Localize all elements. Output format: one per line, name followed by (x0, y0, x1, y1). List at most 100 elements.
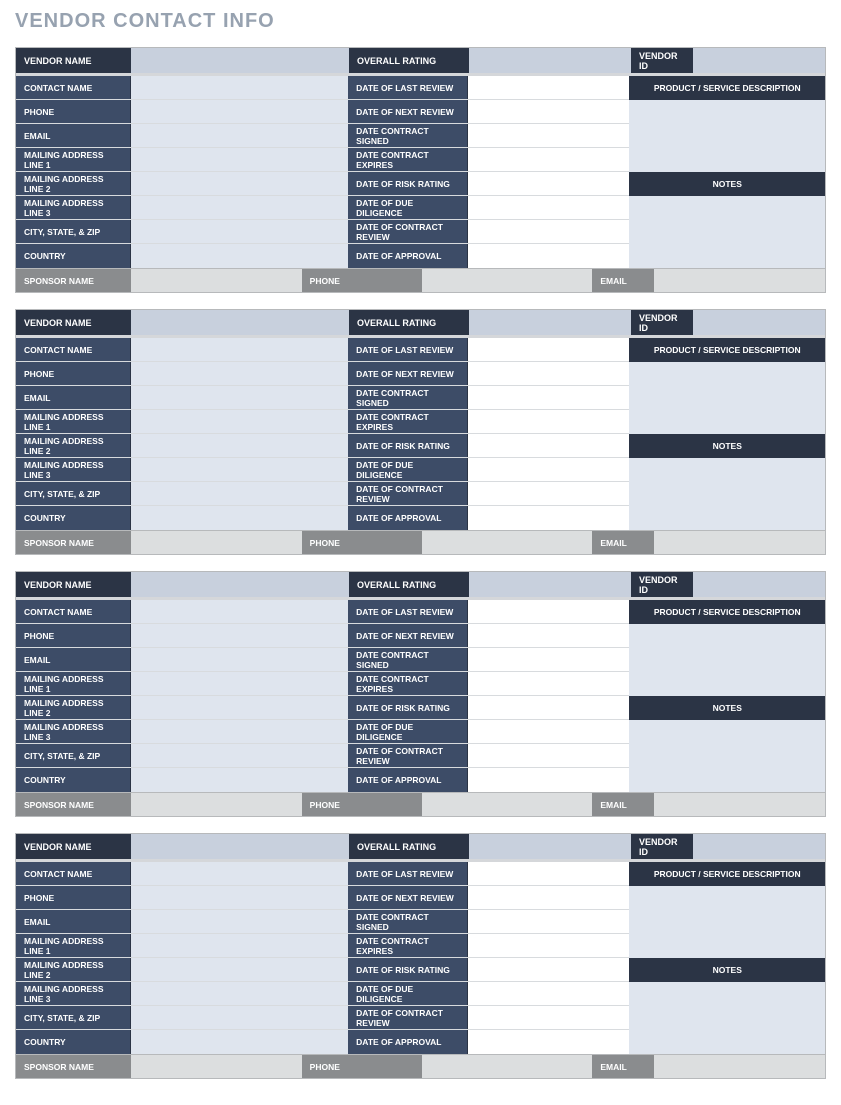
addr3-value[interactable] (131, 720, 348, 743)
addr1-value[interactable] (131, 410, 348, 433)
vendor-name-value[interactable] (131, 310, 349, 335)
sponsor-row: SPONSOR NAME PHONE EMAIL (16, 792, 825, 816)
date-contract-signed-value[interactable] (468, 910, 629, 933)
contact-name-value[interactable] (131, 76, 348, 99)
date-contract-expires-value[interactable] (468, 672, 629, 695)
contact-name-value[interactable] (131, 600, 348, 623)
addr1-value[interactable] (131, 934, 348, 957)
date-contract-review-value[interactable] (468, 1006, 629, 1029)
date-last-review-value[interactable] (468, 338, 629, 361)
addr1-value[interactable] (131, 672, 348, 695)
mid-column: DATE OF LAST REVIEW DATE OF NEXT REVIEW … (348, 600, 629, 792)
date-last-review-value[interactable] (468, 600, 629, 623)
sponsor-email-value[interactable] (654, 269, 825, 292)
sponsor-name-value[interactable] (131, 1055, 302, 1078)
notes-value[interactable] (629, 720, 825, 792)
date-due-diligence-value[interactable] (468, 720, 629, 743)
overall-rating-value[interactable] (469, 572, 631, 597)
vendor-id-label: VENDOR ID (631, 48, 693, 73)
country-value[interactable] (131, 1030, 348, 1054)
notes-value[interactable] (629, 196, 825, 268)
email-value[interactable] (131, 386, 348, 409)
csz-value[interactable] (131, 220, 348, 243)
date-approval-value[interactable] (468, 1030, 629, 1054)
date-approval-value[interactable] (468, 768, 629, 792)
country-value[interactable] (131, 768, 348, 792)
contact-name-value[interactable] (131, 862, 348, 885)
vendor-name-value[interactable] (131, 834, 349, 859)
csz-value[interactable] (131, 1006, 348, 1029)
sponsor-name-value[interactable] (131, 793, 302, 816)
date-next-review-value[interactable] (468, 886, 629, 909)
date-last-review-value[interactable] (468, 862, 629, 885)
addr1-value[interactable] (131, 148, 348, 171)
country-value[interactable] (131, 506, 348, 530)
prod-desc-value[interactable] (629, 624, 825, 696)
sponsor-phone-value[interactable] (422, 269, 593, 292)
addr2-value[interactable] (131, 696, 348, 719)
date-contract-signed-value[interactable] (468, 648, 629, 671)
addr3-value[interactable] (131, 196, 348, 219)
date-next-review-value[interactable] (468, 362, 629, 385)
vendor-name-value[interactable] (131, 572, 349, 597)
date-risk-rating-value[interactable] (468, 696, 629, 719)
addr2-value[interactable] (131, 958, 348, 981)
date-due-diligence-value[interactable] (468, 458, 629, 481)
overall-rating-value[interactable] (469, 834, 631, 859)
phone-value[interactable] (131, 886, 348, 909)
addr3-value[interactable] (131, 982, 348, 1005)
vendor-id-value[interactable] (693, 48, 825, 73)
sponsor-phone-value[interactable] (422, 1055, 593, 1078)
phone-value[interactable] (131, 100, 348, 123)
sponsor-phone-value[interactable] (422, 793, 593, 816)
date-next-review-value[interactable] (468, 100, 629, 123)
addr2-value[interactable] (131, 172, 348, 195)
sponsor-email-value[interactable] (654, 1055, 825, 1078)
date-approval-value[interactable] (468, 506, 629, 530)
date-next-review-value[interactable] (468, 624, 629, 647)
vendor-id-value[interactable] (693, 834, 825, 859)
date-due-diligence-value[interactable] (468, 982, 629, 1005)
country-value[interactable] (131, 244, 348, 268)
date-risk-rating-value[interactable] (468, 958, 629, 981)
date-approval-value[interactable] (468, 244, 629, 268)
overall-rating-value[interactable] (469, 310, 631, 335)
vendor-id-value[interactable] (693, 572, 825, 597)
vendor-id-value[interactable] (693, 310, 825, 335)
notes-value[interactable] (629, 458, 825, 530)
date-contract-review-value[interactable] (468, 482, 629, 505)
prod-desc-value[interactable] (629, 100, 825, 172)
date-contract-review-value[interactable] (468, 220, 629, 243)
sponsor-email-value[interactable] (654, 793, 825, 816)
email-value[interactable] (131, 124, 348, 147)
phone-value[interactable] (131, 362, 348, 385)
sponsor-phone-value[interactable] (422, 531, 593, 554)
email-value[interactable] (131, 910, 348, 933)
sponsor-name-value[interactable] (131, 269, 302, 292)
email-value[interactable] (131, 648, 348, 671)
addr2-value[interactable] (131, 434, 348, 457)
csz-value[interactable] (131, 482, 348, 505)
date-contract-expires-value[interactable] (468, 934, 629, 957)
notes-value[interactable] (629, 982, 825, 1054)
vendor-name-value[interactable] (131, 48, 349, 73)
csz-value[interactable] (131, 744, 348, 767)
date-contract-signed-value[interactable] (468, 124, 629, 147)
date-risk-rating-label: DATE OF RISK RATING (348, 696, 468, 719)
sponsor-email-value[interactable] (654, 531, 825, 554)
date-due-diligence-value[interactable] (468, 196, 629, 219)
date-contract-expires-value[interactable] (468, 148, 629, 171)
date-contract-signed-value[interactable] (468, 386, 629, 409)
overall-rating-value[interactable] (469, 48, 631, 73)
date-contract-review-value[interactable] (468, 744, 629, 767)
sponsor-name-value[interactable] (131, 531, 302, 554)
prod-desc-value[interactable] (629, 886, 825, 958)
phone-value[interactable] (131, 624, 348, 647)
date-contract-expires-value[interactable] (468, 410, 629, 433)
prod-desc-value[interactable] (629, 362, 825, 434)
addr3-value[interactable] (131, 458, 348, 481)
date-risk-rating-value[interactable] (468, 172, 629, 195)
date-risk-rating-value[interactable] (468, 434, 629, 457)
contact-name-value[interactable] (131, 338, 348, 361)
date-last-review-value[interactable] (468, 76, 629, 99)
